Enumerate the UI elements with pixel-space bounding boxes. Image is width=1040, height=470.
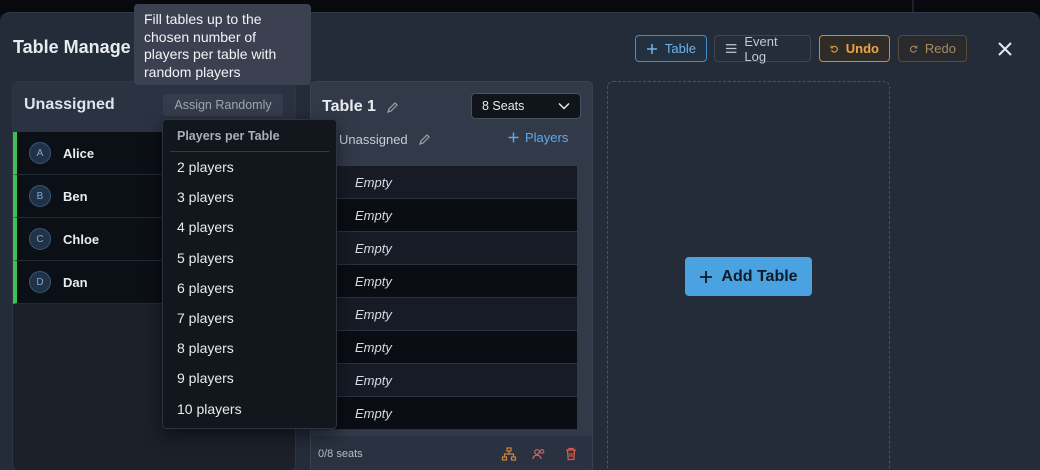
modal-title: Table Manage [13, 37, 131, 57]
add-table-button[interactable]: Add Table [685, 257, 812, 296]
seat-row[interactable]: Empty [311, 298, 577, 331]
player-name: Alice [63, 145, 95, 161]
redo-label: Redo [924, 41, 956, 56]
dropdown-option[interactable]: 7 players [163, 303, 336, 333]
add-players-link[interactable]: Players [508, 130, 568, 145]
avatar: D [29, 271, 51, 293]
dropdown-option[interactable]: 5 players [163, 243, 336, 273]
seat-row[interactable]: Empty [311, 364, 577, 397]
player-name: Chloe [63, 231, 100, 247]
seat-row[interactable]: Empty [311, 199, 577, 232]
dropdown-option[interactable]: 6 players [163, 273, 336, 303]
seat-row[interactable]: Empty [311, 166, 577, 199]
table-title: Table 1 [322, 98, 399, 116]
seat-row[interactable]: Empty [311, 331, 577, 364]
add-table-header-button[interactable]: Table [635, 35, 707, 62]
undo-button[interactable]: Undo [819, 35, 890, 62]
table-name: Table 1 [322, 98, 376, 115]
dropdown-option[interactable]: 8 players [163, 333, 336, 363]
list-icon [725, 44, 737, 53]
plus-icon [700, 270, 713, 283]
table-subtitle-text: Unassigned [339, 132, 408, 147]
avatar: C [29, 228, 51, 250]
avatar: B [29, 185, 51, 207]
event-log-label: Event Log [744, 33, 778, 64]
player-name: Ben [63, 188, 88, 204]
seats-select[interactable]: 8 Seats [471, 93, 581, 119]
assign-randomly-button[interactable]: Assign Randomly [163, 94, 283, 116]
table-1-column: Table 1 8 Seats Unassigned Players Empty… [310, 81, 593, 470]
chevron-down-icon [558, 102, 570, 110]
undo-label: Undo [845, 41, 879, 56]
plus-icon [508, 132, 519, 143]
add-players-label: Players [525, 130, 569, 145]
pencil-icon[interactable] [386, 101, 399, 114]
seat-row[interactable]: Empty [311, 232, 577, 265]
add-table-label: Add Table [721, 267, 798, 285]
seat-count: 0/8 seats [318, 448, 363, 460]
dropdown-option[interactable]: 9 players [163, 363, 336, 393]
table-footer: 0/8 seats [311, 436, 592, 470]
player-name: Dan [63, 274, 88, 290]
table-subtitle: Unassigned [339, 132, 431, 147]
trash-icon[interactable] [563, 446, 579, 462]
close-button[interactable] [994, 38, 1016, 60]
unassigned-title: Unassigned [24, 96, 115, 113]
seat-row[interactable]: Empty [311, 397, 577, 430]
dropdown-option[interactable]: 10 players [163, 394, 336, 424]
add-table-header-label: Table [664, 41, 696, 56]
dropdown-option[interactable]: 4 players [163, 212, 336, 242]
redo-icon [909, 45, 918, 53]
seat-list: Empty Empty Empty Empty Empty Empty Empt… [311, 166, 577, 430]
redo-button[interactable]: Redo [898, 35, 967, 62]
add-table-dropzone: Add Table [607, 81, 890, 470]
undo-icon [830, 45, 838, 53]
dropdown-option[interactable]: 3 players [163, 182, 336, 212]
pencil-icon[interactable] [418, 133, 431, 146]
users-icon[interactable] [531, 446, 547, 462]
seats-select-value: 8 Seats [482, 99, 525, 113]
plus-icon [646, 43, 657, 54]
seat-row[interactable]: Empty [311, 265, 577, 298]
avatar: A [29, 142, 51, 164]
players-per-table-dropdown: Players per Table 2 players 3 players 4 … [162, 119, 337, 429]
assign-randomly-tooltip: Fill tables up to the chosen number of p… [134, 4, 311, 85]
dropdown-option[interactable]: 2 players [163, 152, 336, 182]
hierarchy-icon[interactable] [501, 446, 517, 462]
close-icon [998, 42, 1012, 56]
dropdown-header: Players per Table [170, 120, 329, 152]
event-log-button[interactable]: Event Log [714, 33, 811, 64]
